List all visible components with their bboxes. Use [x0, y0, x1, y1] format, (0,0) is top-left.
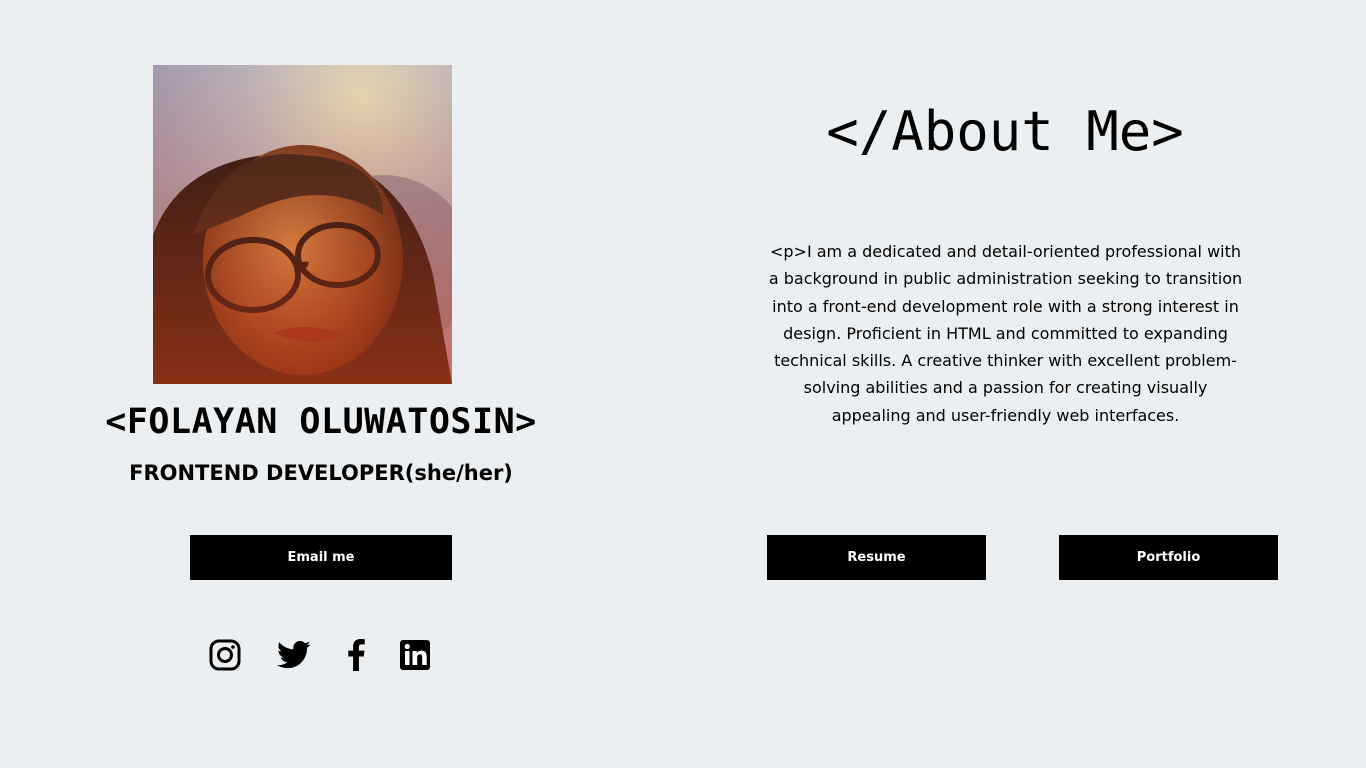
facebook-icon[interactable]	[339, 638, 373, 672]
about-title: </About Me>	[826, 100, 1184, 163]
linkedin-icon[interactable]	[398, 638, 432, 672]
profile-role: FRONTEND DEVELOPER(she/her)	[129, 461, 513, 485]
page: <FOLAYAN OLUWATOSIN> FRONTEND DEVELOPER(…	[0, 0, 1366, 768]
email-me-button[interactable]: Email me	[190, 535, 452, 580]
twitter-icon[interactable]	[277, 638, 311, 672]
profile-photo	[153, 65, 452, 384]
instagram-icon[interactable]	[208, 638, 242, 672]
about-text: <p>I am a dedicated and detail-oriented …	[768, 242, 1243, 425]
portfolio-button[interactable]: Portfolio	[1059, 535, 1278, 580]
resume-button[interactable]: Resume	[767, 535, 986, 580]
profile-name: <FOLAYAN OLUWATOSIN>	[105, 402, 537, 442]
